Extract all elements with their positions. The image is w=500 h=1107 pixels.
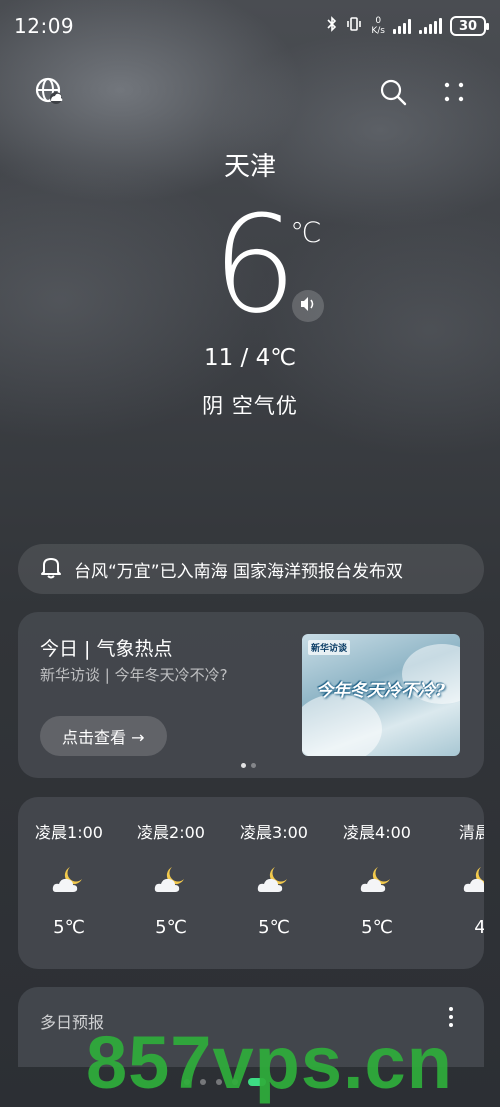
- hourly-temp: 5℃: [258, 917, 290, 938]
- hot-topics-title: 今日 | 气象热点: [40, 638, 173, 660]
- more-grid-icon[interactable]: [438, 76, 470, 108]
- bluetooth-icon: [327, 16, 337, 36]
- signal-icon-2: [419, 18, 442, 34]
- alert-text: 台风“万宜”已入南海 国家海洋预报台发布双: [74, 561, 404, 582]
- hourly-temp: 5℃: [53, 917, 85, 938]
- hourly-item: 凌晨1:00 5℃: [19, 819, 119, 938]
- hourly-forecast-card[interactable]: 凌晨1:00 5℃ 凌晨2:00 5℃ 凌晨3:00 5℃ 凌晨4:00 5℃ …: [18, 797, 484, 969]
- net-speed-unit: K/s: [371, 26, 385, 36]
- hourly-item: 凌晨2:00 5℃: [121, 819, 221, 938]
- status-icons: 0 K/s 30: [327, 16, 489, 36]
- hourly-time: 凌晨1:00: [35, 823, 103, 842]
- temperature-range: 11 / 4℃: [203, 345, 297, 371]
- battery-icon: 30: [450, 16, 489, 36]
- hourly-temp: 5℃: [361, 917, 393, 938]
- status-time: 12:09: [14, 14, 75, 38]
- voice-broadcast-button[interactable]: [292, 290, 324, 322]
- status-bar: 12:09 0 K/s 30: [0, 0, 500, 52]
- search-icon[interactable]: [377, 76, 409, 108]
- city-name: 天津: [223, 152, 276, 182]
- hourly-time: 凌晨4:00: [343, 823, 411, 842]
- hourly-item: 清晨5 4: [430, 819, 484, 938]
- bell-icon: [40, 555, 62, 583]
- hourly-temp: 5℃: [155, 917, 187, 938]
- cloudy-night-icon: [52, 865, 86, 895]
- carousel-dots: [241, 763, 256, 768]
- cloudy-night-icon: [257, 865, 291, 895]
- hot-topics-thumbnail[interactable]: 新华访谈 今年冬天冷不冷?: [302, 634, 460, 756]
- city-manage-icon[interactable]: [34, 76, 66, 108]
- carousel-dot: [251, 763, 256, 768]
- view-details-button[interactable]: 点击查看 →: [40, 716, 167, 756]
- hourly-item: 凌晨3:00 5℃: [224, 819, 324, 938]
- carousel-dot: [241, 763, 246, 768]
- thumbnail-caption: 今年冬天冷不冷?: [316, 681, 445, 701]
- hourly-temp: 4: [474, 917, 484, 938]
- weather-condition: 阴 空气优: [202, 394, 298, 418]
- hourly-time: 凌晨2:00: [137, 823, 205, 842]
- temperature-unit: ℃: [290, 216, 322, 249]
- current-temperature: 6: [212, 187, 297, 343]
- watermark: 857vps.cn: [86, 1021, 453, 1104]
- hot-topics-subtitle: 新华访谈 | 今年冬天冷不冷?: [40, 666, 228, 684]
- weather-alert-banner[interactable]: 台风“万宜”已入南海 国家海洋预报台发布双: [18, 544, 484, 594]
- thumbnail-badge: 新华访谈: [308, 640, 351, 655]
- hot-topics-card[interactable]: 今日 | 气象热点 新华访谈 | 今年冬天冷不冷? 点击查看 → 新华访谈 今年…: [18, 612, 484, 778]
- hourly-time: 凌晨3:00: [240, 823, 308, 842]
- cloudy-night-icon: [463, 865, 484, 895]
- cloudy-night-icon: [360, 865, 394, 895]
- net-speed: 0 K/s: [371, 16, 385, 36]
- hourly-time: 清晨5: [458, 823, 484, 842]
- vibrate-icon: [345, 16, 363, 36]
- cloudy-night-icon: [154, 865, 188, 895]
- hourly-item: 凌晨4:00 5℃: [327, 819, 427, 938]
- net-speed-value: 0: [375, 16, 382, 26]
- speaker-icon: [299, 296, 317, 316]
- signal-icon: [393, 18, 411, 34]
